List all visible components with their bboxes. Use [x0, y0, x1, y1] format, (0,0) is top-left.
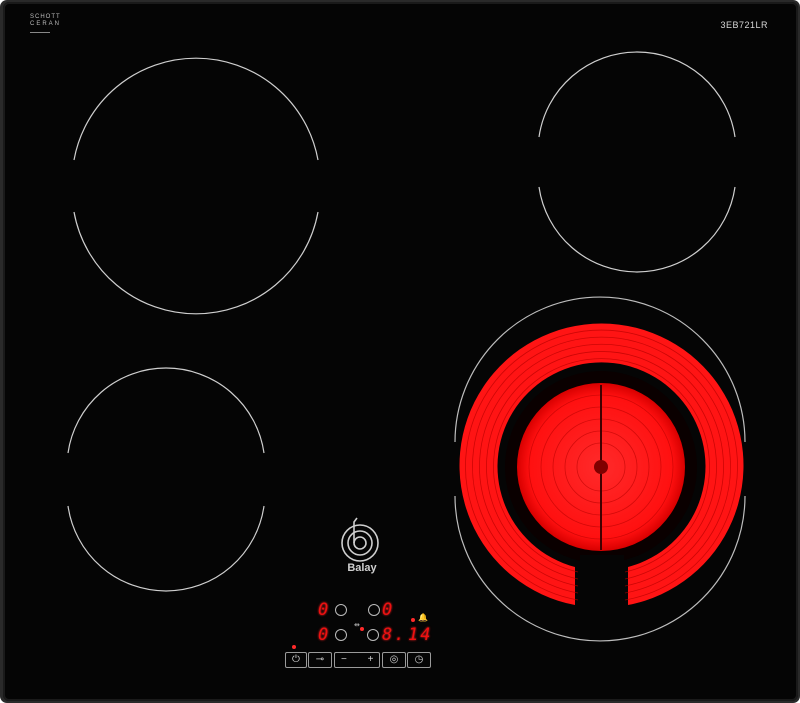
display-zone-4: 8.: [382, 625, 407, 645]
power-level-slider[interactable]: − +: [334, 652, 380, 668]
bell-icon: 🔔: [418, 613, 428, 622]
zone-indicator-icon: [335, 604, 347, 616]
display-zone-1: 0: [318, 600, 331, 620]
power-button[interactable]: ⏻: [285, 652, 307, 668]
minus-button[interactable]: −: [341, 653, 347, 667]
power-icon: ⏻: [292, 654, 300, 665]
zone-led: [360, 627, 364, 631]
child-lock-button[interactable]: ⊸: [308, 652, 332, 668]
zone-bottom-right-active: [454, 296, 746, 642]
zone-icon: ◎: [389, 654, 399, 665]
zone-indicator-icon: [368, 604, 380, 616]
balay-logo-icon: [341, 517, 379, 562]
timer-display: 14: [408, 625, 433, 645]
timer-button[interactable]: ◷: [407, 652, 431, 668]
display-zone-3: 0: [318, 625, 331, 645]
link-icon: ⇹: [354, 622, 360, 629]
timer-led: [411, 618, 415, 622]
key-icon: ⊸: [315, 654, 325, 665]
display-zone-2: 0: [382, 600, 395, 620]
schott-ceran-mark: SCHOTT CERAN: [30, 14, 61, 33]
zone-top-right: [538, 51, 736, 273]
zone-bottom-left: [67, 367, 265, 592]
zone-select-button[interactable]: ◎: [382, 652, 406, 668]
zone-indicator-icon: [335, 629, 347, 641]
cooking-zones: [67, 51, 746, 642]
plus-button[interactable]: +: [368, 653, 374, 667]
dual-zone-indicator-icon: [367, 629, 379, 641]
clock-icon: ◷: [414, 654, 424, 665]
power-led: [292, 645, 296, 649]
model-number: 3EB721LR: [720, 20, 768, 30]
brand-name: Balay: [347, 562, 377, 574]
zone-top-left: [73, 57, 319, 315]
